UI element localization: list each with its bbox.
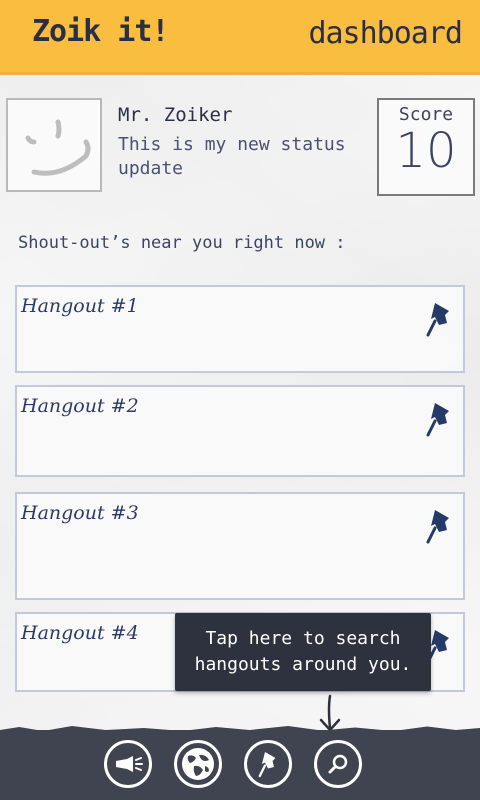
app-title: Zoik it! [32, 14, 169, 49]
pushpin-icon[interactable] [425, 399, 453, 439]
hangout-card[interactable]: Hangout #3 [15, 492, 465, 600]
hangout-title: Hangout #2 [21, 395, 139, 417]
tooltip-line-1: Tap here to search [205, 628, 401, 649]
search-button[interactable] [314, 740, 362, 788]
tooltip-line-2: hangouts around you. [194, 654, 412, 675]
map-button[interactable] [174, 740, 222, 788]
score-box: Score 10 [377, 98, 475, 196]
megaphone-icon [116, 756, 143, 772]
hangout-card[interactable]: Hangout #1 [15, 285, 465, 373]
shoutouts-heading: Shout-out’s near you right now : [18, 233, 346, 253]
pushpin-icon[interactable] [425, 299, 453, 339]
pushpin-icon[interactable] [425, 506, 453, 546]
hangout-title: Hangout #3 [21, 502, 139, 524]
avatar[interactable] [6, 98, 102, 192]
score-label: Score [398, 104, 454, 125]
smiley-avatar-icon [25, 119, 91, 176]
hangout-title: Hangout #1 [21, 295, 139, 317]
app-bar [0, 730, 480, 800]
hangout-card[interactable]: Hangout #2 [15, 385, 465, 477]
arrow-down-icon [319, 694, 341, 732]
score-value: 10 [395, 123, 457, 179]
pin-button[interactable] [244, 740, 292, 788]
status-text[interactable]: This is my new status update [118, 133, 368, 181]
search-icon [328, 754, 348, 774]
user-name: Mr. Zoiker [118, 104, 233, 126]
search-hint-tooltip: Tap here to search hangouts around you. [175, 613, 431, 691]
dashboard-link[interactable]: dashboard [308, 16, 463, 51]
shoutout-button[interactable] [104, 740, 152, 788]
app-header: Zoik it! dashboard [0, 0, 480, 75]
hangout-title: Hangout #4 [21, 622, 139, 644]
pushpin-icon [258, 752, 276, 778]
globe-icon [182, 748, 214, 780]
